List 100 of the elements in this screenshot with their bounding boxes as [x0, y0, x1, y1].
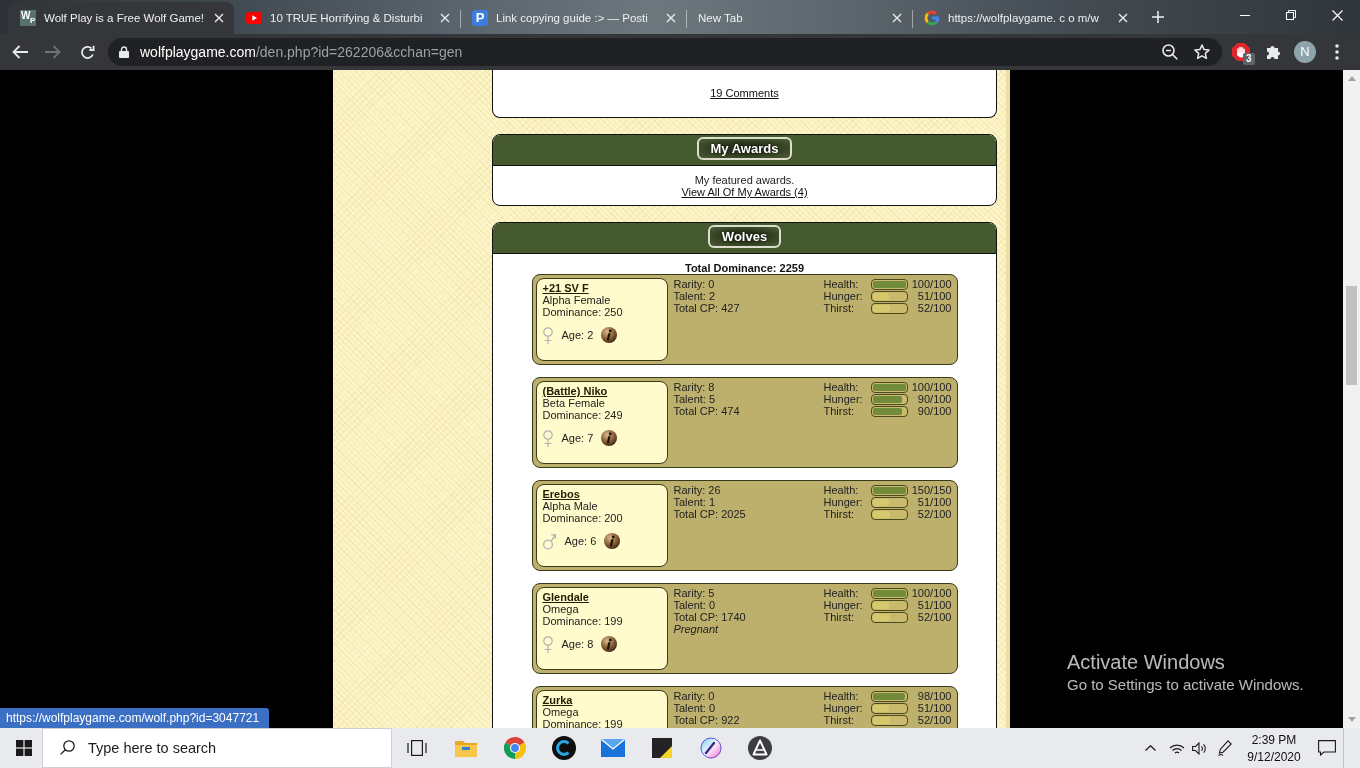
stat-label: Hunger: [823, 702, 863, 714]
close-icon[interactable] [892, 13, 902, 23]
wolf-cp: Total CP: 1740 [673, 611, 746, 623]
wolf-age: Age: 7 [561, 432, 594, 444]
wolf-rank: Alpha Male [542, 500, 598, 512]
close-icon[interactable] [440, 13, 450, 23]
clock-time[interactable]: 2:39 PM [1251, 731, 1297, 748]
wolf-rarity: Rarity: 0 [673, 278, 715, 290]
task-view-icon[interactable] [406, 740, 427, 756]
colorful-g-icon [924, 10, 940, 26]
minimize-icon[interactable] [1240, 14, 1250, 16]
wolf-name-link[interactable]: Erebos [542, 488, 580, 500]
wolf-cp: Total CP: 427 [673, 302, 740, 314]
info-icon[interactable] [601, 327, 618, 343]
activation-text: Go to Settings to activate Windows. [1067, 676, 1304, 694]
stat-value: 100/100 [911, 278, 952, 290]
notification-icon[interactable] [1318, 740, 1336, 756]
tricolor-circle-icon[interactable] [503, 737, 526, 759]
wolf-talent: Talent: 5 [673, 393, 716, 405]
stat-label: Thirst: [823, 508, 855, 520]
wolf-talent: Talent: 2 [673, 290, 716, 302]
search-field[interactable]: Type here to search [42, 728, 392, 768]
browser-tab[interactable]: W$_{P}$ Wolf Play is a Free Wolf Game! [8, 2, 234, 34]
wolf-cp: Total CP: 2025 [673, 508, 746, 520]
info-icon[interactable] [601, 430, 618, 446]
stat-value: 51/100 [917, 290, 952, 302]
clock-date[interactable]: 9/12/2020 [1247, 748, 1301, 765]
stat-value: 51/100 [917, 599, 952, 611]
triangle-logo-icon[interactable] [747, 736, 772, 760]
brush-circle-icon[interactable] [699, 737, 722, 759]
wolf-status: Pregnant [673, 623, 719, 635]
close-icon[interactable] [214, 13, 224, 23]
wolf-dominance: Dominance: 249 [542, 409, 623, 421]
mail-icon[interactable] [600, 739, 625, 757]
wolf-rank: Beta Female [542, 397, 605, 409]
address-bar[interactable]: wolfplaygame.com/den.php?id=262206&cchan=gen [108, 38, 1222, 66]
stat-label: Thirst: [823, 714, 855, 726]
stat-label: Health: [823, 587, 859, 599]
stat-label: Thirst: [823, 302, 855, 314]
wolf-name-link[interactable]: Glendale [542, 591, 589, 603]
wolf-rarity: Rarity: 5 [673, 587, 715, 599]
site-favicon: P [472, 10, 488, 26]
stat-value: 100/100 [911, 587, 952, 599]
status-url-bubble: https://wolfplaygame.com/wolf.php?id=3047721 [0, 708, 270, 728]
wolf-name-link[interactable]: +21 SV F [542, 282, 589, 294]
stat-value: 51/100 [917, 496, 952, 508]
site-favicon: W$_{P}$ [20, 10, 36, 26]
play-button-icon [246, 12, 262, 24]
stat-label: Health: [823, 484, 859, 496]
wolf-dominance: Dominance: 199 [542, 718, 623, 728]
wolf-age: Age: 2 [561, 329, 594, 341]
stat-value: 98/100 [917, 690, 952, 702]
wolf-age: Age: 8 [561, 638, 594, 650]
wolf-talent: Talent: 0 [673, 702, 716, 714]
activation-title: Activate Windows [1067, 650, 1225, 674]
c-circle-icon[interactable] [551, 736, 576, 760]
wolf-rarity: Rarity: 8 [673, 381, 715, 393]
info-icon[interactable] [601, 636, 618, 652]
menu-icon[interactable] [1335, 44, 1339, 60]
close-icon[interactable] [1118, 13, 1128, 23]
chevron-up-icon[interactable] [1144, 745, 1156, 751]
restore-icon[interactable] [1286, 10, 1296, 20]
bookmark-star-icon[interactable] [1194, 44, 1210, 60]
comments-link[interactable]: 19 Comments [710, 87, 779, 99]
pen-icon[interactable] [1218, 740, 1232, 756]
folder-icon[interactable] [454, 739, 477, 757]
scrollbar[interactable] [1343, 70, 1360, 728]
back-arrow-icon[interactable] [12, 45, 28, 59]
awards-link[interactable]: View All Of My Awards (4) [681, 186, 808, 198]
wolf-dominance: Dominance: 199 [542, 615, 623, 627]
sticky-note-icon[interactable] [651, 738, 672, 758]
reload-icon[interactable] [79, 44, 95, 60]
wolf-name-link[interactable]: Zurka [542, 694, 573, 706]
stat-label: Health: [823, 278, 859, 290]
wolf-name-link[interactable]: (Battle) Niko [542, 385, 608, 397]
stat-label: Hunger: [823, 393, 863, 405]
browser-tab[interactable]: New Tab [686, 2, 912, 34]
puzzle-piece-icon[interactable] [1265, 44, 1281, 60]
lock-icon [119, 46, 129, 58]
zoom-out-icon[interactable] [1162, 44, 1178, 60]
wolf-age: Age: 6 [564, 535, 597, 547]
stat-value: 150/150 [911, 484, 952, 496]
speaker-icon[interactable] [1191, 741, 1207, 755]
stat-value: 100/100 [911, 381, 952, 393]
browser-tab[interactable]: 10 TRUE Horrifying & Disturbi [234, 2, 460, 34]
windows-logo-icon[interactable] [16, 740, 32, 756]
new-tab-icon[interactable] [1152, 11, 1164, 23]
browser-tab[interactable]: P Link copying guide :> — Posti [460, 2, 686, 34]
scrollbar-thumb[interactable] [1346, 286, 1357, 385]
wolf-dominance: Dominance: 250 [542, 306, 623, 318]
browser-tab[interactable]: https://wolfplaygame. c o m/w [912, 2, 1138, 34]
stat-value: 52/100 [917, 508, 952, 520]
awards-text: My featured awards. [694, 174, 795, 186]
stat-label: Hunger: [823, 599, 863, 611]
search-icon [60, 740, 75, 755]
stat-label: Hunger: [823, 290, 863, 302]
info-icon[interactable] [604, 533, 621, 549]
wolf-cp: Total CP: 474 [673, 405, 740, 417]
panel-title: My Awards [696, 137, 793, 160]
wolf-rarity: Rarity: 26 [673, 484, 721, 496]
